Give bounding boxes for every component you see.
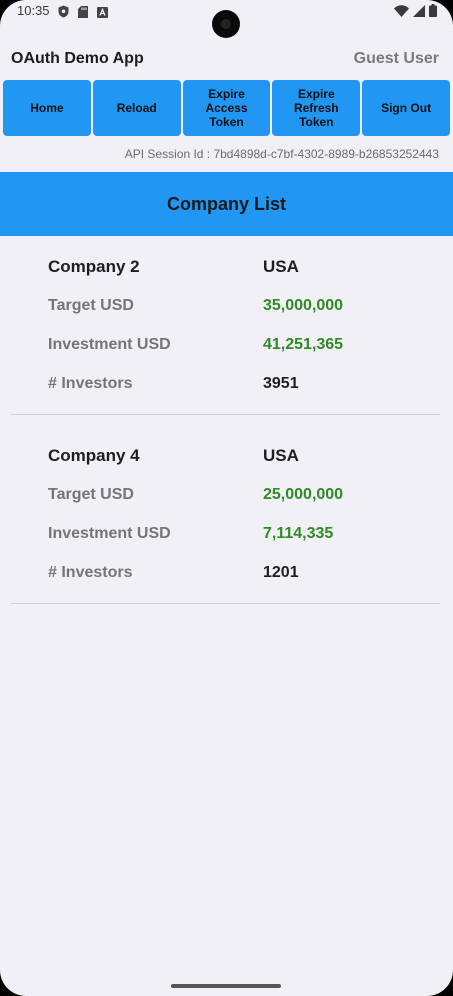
investment-row: Investment USD 7,114,335: [0, 525, 453, 547]
company-name: Company 4: [48, 446, 140, 465]
phone-screen: 10:35 OAuth Demo App Guest User Home Rel…: [0, 0, 453, 996]
status-time: 10:35: [17, 3, 50, 18]
signal-icon: [413, 4, 425, 22]
front-camera: [212, 10, 240, 38]
app-header: OAuth Demo App Guest User: [0, 45, 453, 73]
home-button[interactable]: Home: [3, 80, 91, 136]
investors-label: # Investors: [48, 564, 133, 581]
user-name: Guest User: [353, 50, 439, 67]
target-value: 35,000,000: [263, 297, 344, 314]
sign-out-button[interactable]: Sign Out: [362, 80, 450, 136]
investors-label: # Investors: [48, 375, 133, 392]
investors-value: 3951: [263, 375, 299, 392]
target-label: Target USD: [48, 297, 134, 314]
api-session-id: API Session Id : 7bd4898d-c7bf-4302-8989…: [125, 147, 439, 161]
target-row: Target USD 35,000,000: [0, 297, 453, 319]
company-country: USA: [263, 446, 299, 465]
shield-icon: [58, 5, 69, 23]
status-right-icons: [394, 4, 437, 22]
investment-label: Investment USD: [48, 525, 171, 542]
investors-row: # Investors 1201: [0, 564, 453, 586]
wifi-icon: [394, 4, 409, 22]
divider: [11, 414, 440, 415]
home-gesture-bar[interactable]: [171, 984, 281, 988]
investors-row: # Investors 3951: [0, 375, 453, 397]
toolbar: Home Reload Expire Access Token Expire R…: [3, 80, 450, 136]
company-country: USA: [263, 257, 299, 276]
page-title: Company List: [166, 193, 286, 214]
target-label: Target USD: [48, 486, 134, 503]
company-list-banner: Company List: [0, 172, 453, 236]
investment-value: 41,251,365: [263, 336, 344, 353]
status-bar: 10:35: [0, 0, 453, 38]
investors-value: 1201: [263, 564, 299, 581]
investment-label: Investment USD: [48, 336, 171, 353]
target-value: 25,000,000: [263, 486, 344, 503]
app-title: OAuth Demo App: [11, 50, 144, 67]
company-name-row: Company 4 USA: [0, 446, 453, 468]
divider: [11, 603, 440, 604]
reload-button[interactable]: Reload: [92, 80, 181, 136]
status-left-icons: [58, 5, 108, 23]
company-name: Company 2: [48, 257, 140, 276]
expire-refresh-token-button[interactable]: Expire Refresh Token: [272, 80, 361, 136]
target-row: Target USD 25,000,000: [0, 486, 453, 508]
api-session-id-text: API Session Id : 7bd4898d-c7bf-4302-8989…: [124, 147, 439, 161]
sd-card-icon: [78, 5, 88, 23]
investment-value: 7,114,335: [263, 525, 334, 542]
investment-row: Investment USD 41,251,365: [0, 336, 453, 358]
battery-icon: [429, 4, 437, 22]
expire-access-token-button[interactable]: Expire Access Token: [182, 80, 271, 136]
company-name-row: Company 2 USA: [0, 257, 453, 279]
text-a-icon: [97, 5, 108, 23]
